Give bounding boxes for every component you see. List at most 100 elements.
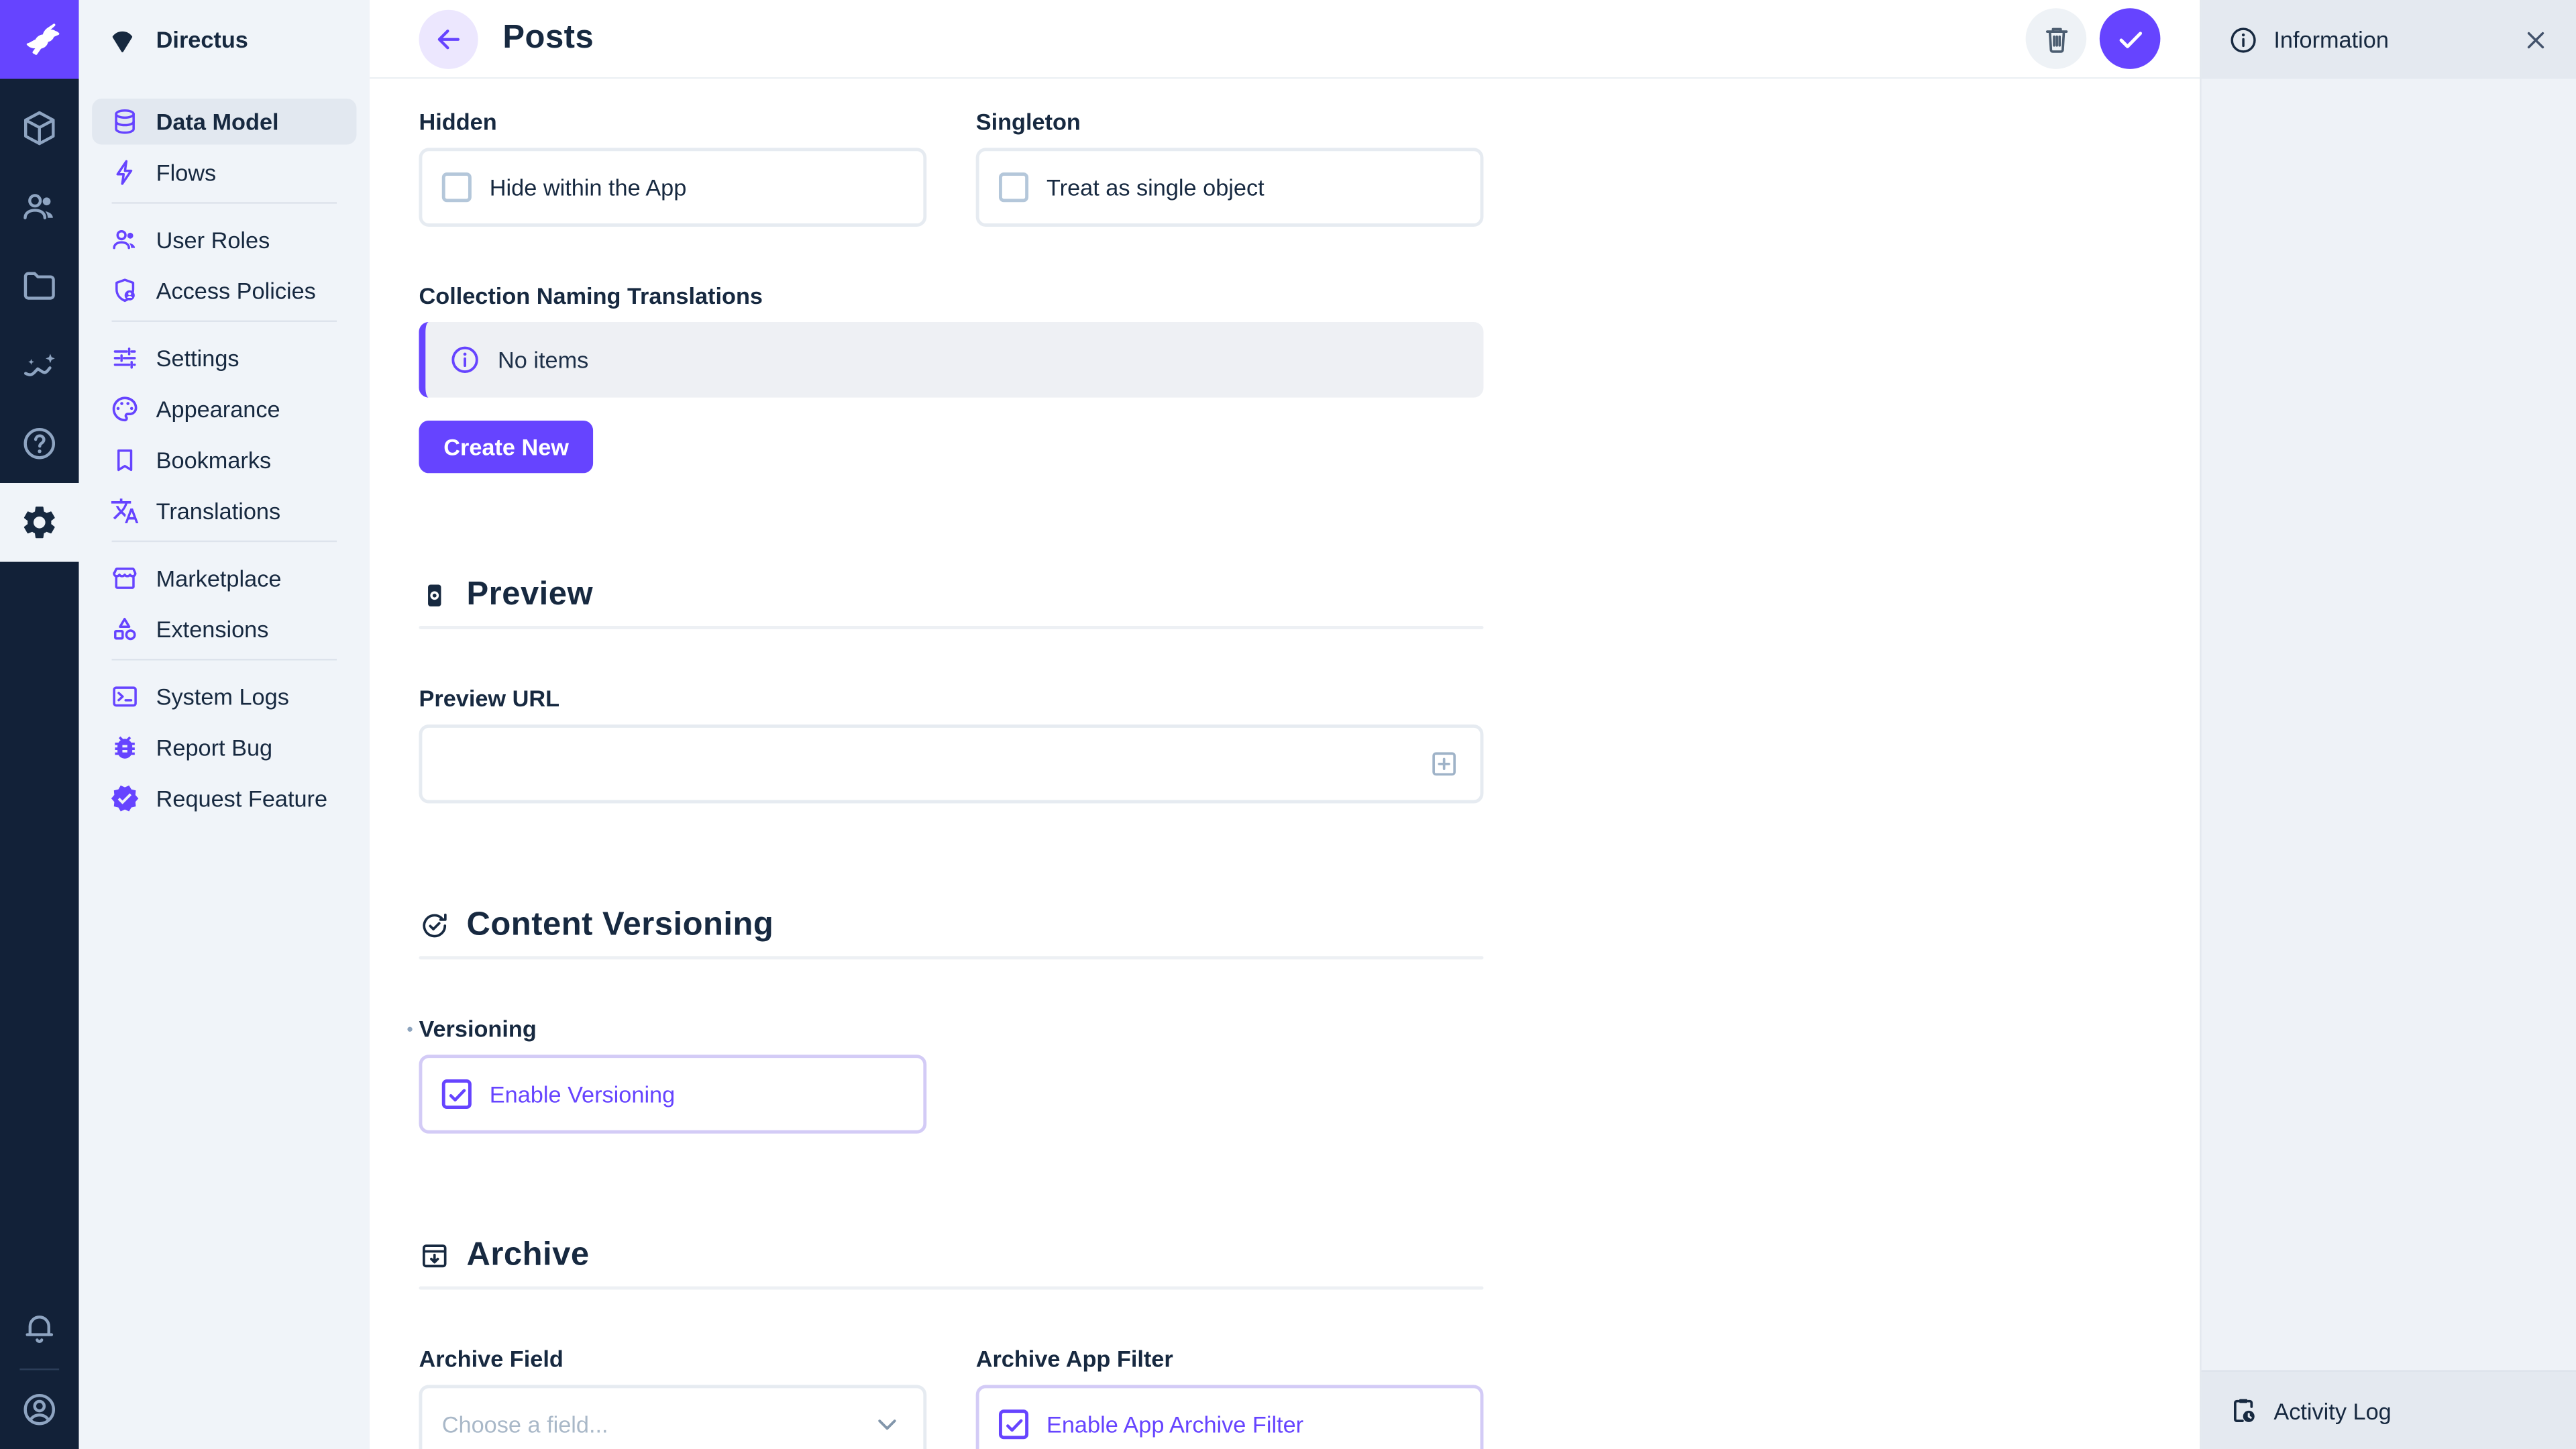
help-icon (19, 424, 59, 464)
section-archive: Archive (419, 1237, 1483, 1275)
information-header: Information (2202, 0, 2576, 79)
collection-settings-form: Hidden Hide within the App Singleton Tre… (370, 79, 1483, 1449)
field-label-naming-translations: Collection Naming Translations (419, 279, 1483, 312)
checkbox-label: Enable Versioning (490, 1081, 675, 1107)
sidebar-item-bookmarks[interactable]: Bookmarks (92, 437, 356, 483)
create-new-button[interactable]: Create New (419, 421, 593, 473)
select-placeholder: Choose a field... (442, 1411, 608, 1438)
main-area: Posts Hidden Hide within the A (370, 0, 2200, 1449)
sidebar-item-marketplace[interactable]: Marketplace (92, 555, 356, 602)
navigation-sidebar: Directus Data Model Flows User Roles Acc… (79, 0, 370, 1449)
checkbox-checked-icon (442, 1079, 472, 1109)
field-label-archive-app-filter: Archive App Filter (976, 1342, 1484, 1375)
field-row-archive-labels: Archive Field Archive App Filter (419, 1342, 1483, 1375)
empty-state-text: No items (498, 347, 588, 373)
sidebar-item-access-policies[interactable]: Access Policies (92, 268, 356, 314)
sidebar-item-label: Bookmarks (156, 447, 272, 473)
archive-field-select[interactable]: Choose a field... (419, 1385, 926, 1449)
checkbox-label: Treat as single object (1046, 174, 1265, 201)
project-title: Directus (156, 26, 248, 52)
chevron-down-icon (871, 1408, 904, 1441)
sidebar-item-data-model[interactable]: Data Model (92, 99, 356, 145)
checkbox-checked-icon (999, 1409, 1028, 1439)
checkbox-label: Hide within the App (490, 174, 687, 201)
sidebar-item-appearance[interactable]: Appearance (92, 386, 356, 433)
enable-versioning-checkbox[interactable]: Enable Versioning (442, 1079, 675, 1109)
sidebar-item-label: System Logs (156, 684, 289, 710)
sidebar-item-label: Settings (156, 345, 239, 371)
notifications-button[interactable] (0, 1289, 79, 1368)
divider (112, 541, 337, 542)
activity-log-button[interactable]: Activity Log (2202, 1370, 2576, 1449)
directus-logo-button[interactable] (0, 0, 79, 79)
field-label-preview-url: Preview URL (419, 682, 1483, 714)
sidebar-item-label: Translations (156, 498, 281, 524)
project-header[interactable]: Directus (79, 0, 370, 79)
directus-rabbit-icon (18, 18, 61, 61)
archive-app-filter-box: Enable App Archive Filter (976, 1385, 1484, 1449)
field-row-archive-inputs: Choose a field... Enable App Archive Fil… (419, 1375, 1483, 1449)
module-content[interactable] (0, 89, 79, 168)
sidebar-item-label: Marketplace (156, 565, 282, 591)
section-title: Preview (467, 577, 594, 614)
nav-list: Data Model Flows User Roles Access Polic… (79, 79, 370, 826)
sidebar-item-label: Request Feature (156, 786, 327, 812)
singleton-field-box: Treat as single object (976, 148, 1484, 227)
module-help[interactable] (0, 404, 79, 483)
verified-badge-icon (110, 784, 140, 813)
sidebar-item-label: Access Policies (156, 278, 316, 304)
storefront-icon (110, 564, 140, 593)
account-button[interactable] (0, 1370, 79, 1449)
sidebar-item-flows[interactable]: Flows (92, 150, 356, 196)
close-sidebar-button[interactable] (2522, 25, 2550, 54)
field-label-versioning: Versioning (419, 1012, 1483, 1045)
enable-app-archive-filter-checkbox[interactable]: Enable App Archive Filter (999, 1409, 1303, 1439)
sidebar-item-label: Data Model (156, 109, 279, 135)
field-hidden: Hidden Hide within the App (419, 105, 926, 227)
info-icon (2228, 24, 2259, 56)
activity-log-label: Activity Log (2273, 1397, 2391, 1424)
back-button[interactable] (419, 9, 478, 68)
no-items-notice: No items (419, 322, 1483, 398)
hidden-field-box: Hide within the App (419, 148, 926, 227)
module-list (0, 79, 79, 562)
module-users[interactable] (0, 168, 79, 247)
arrow-left-icon (432, 22, 465, 55)
sidebar-item-label: Report Bug (156, 735, 272, 761)
treat-as-single-object-checkbox[interactable]: Treat as single object (999, 172, 1265, 202)
sidebar-item-user-roles[interactable]: User Roles (92, 217, 356, 263)
account-circle-icon (19, 1390, 59, 1430)
add-box-icon[interactable] (1428, 747, 1460, 780)
module-files[interactable] (0, 246, 79, 325)
save-button[interactable] (2100, 8, 2161, 69)
divider (112, 321, 337, 322)
sidebar-item-report-bug[interactable]: Report Bug (92, 724, 356, 771)
module-insights[interactable] (0, 325, 79, 405)
preview-url-input[interactable] (442, 751, 1428, 777)
shield-user-icon (110, 276, 140, 305)
page-header: Posts (370, 0, 2200, 79)
module-bar-bottom (0, 1289, 79, 1449)
module-settings[interactable] (0, 483, 79, 562)
bolt-icon (110, 158, 140, 187)
delete-collection-button[interactable] (2026, 8, 2087, 69)
bookmark-icon (110, 445, 140, 475)
divider (419, 956, 1483, 959)
hide-within-app-checkbox[interactable]: Hide within the App (442, 172, 687, 202)
sidebar-item-extensions[interactable]: Extensions (92, 606, 356, 653)
sidebar-item-translations[interactable]: Translations (92, 488, 356, 534)
field-row-hidden-singleton: Hidden Hide within the App Singleton Tre… (419, 105, 1483, 227)
sidebar-item-request-feature[interactable]: Request Feature (92, 775, 356, 822)
checkbox-unchecked-icon (999, 172, 1028, 202)
sidebar-item-system-logs[interactable]: System Logs (92, 674, 356, 720)
project-fan-icon (107, 24, 138, 56)
divider (112, 202, 337, 203)
content-cube-icon (19, 109, 59, 148)
section-title: Content Versioning (467, 907, 774, 945)
insights-icon (19, 345, 59, 384)
users-icon (19, 187, 59, 227)
field-label-text: Versioning (419, 1015, 536, 1041)
sidebar-item-settings[interactable]: Settings (92, 335, 356, 382)
field-label-archive-field: Archive Field (419, 1342, 926, 1375)
activity-log-icon (2228, 1395, 2259, 1426)
